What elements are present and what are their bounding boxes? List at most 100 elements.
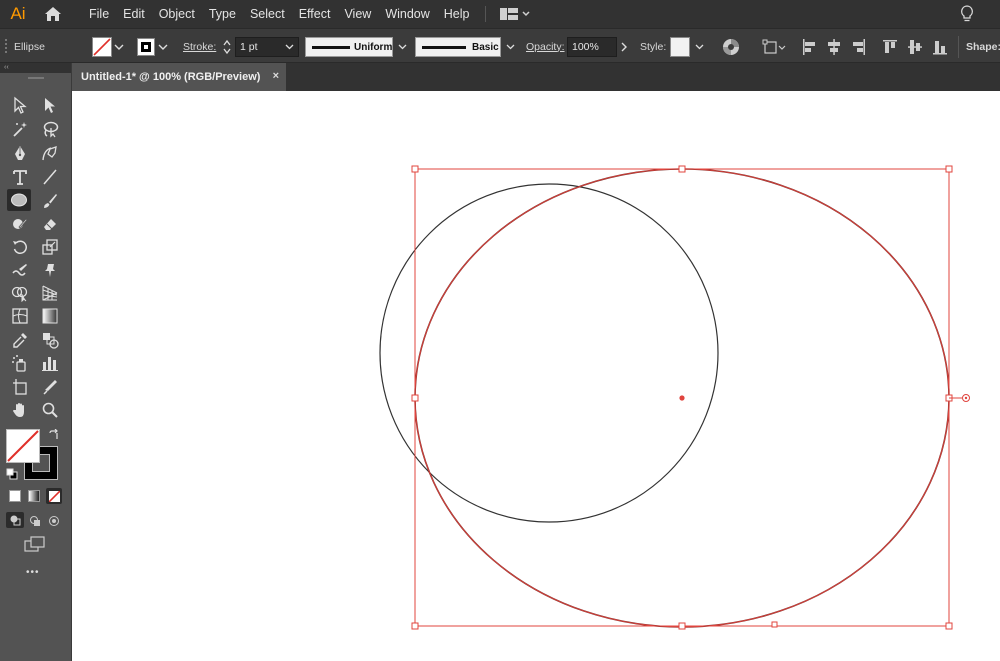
align-horizontal-center-icon[interactable] (826, 29, 842, 64)
align-bottom-icon[interactable] (932, 29, 948, 64)
eyedropper-icon[interactable] (8, 329, 32, 351)
slice-icon[interactable] (38, 376, 62, 398)
tools-panel-collapse[interactable]: ‹‹ (0, 63, 71, 73)
align-right-icon[interactable] (850, 29, 866, 64)
stroke-dropdown[interactable] (158, 29, 168, 64)
gradient-icon[interactable] (38, 305, 62, 327)
handle-top-left (411, 165, 419, 173)
workspace-switcher-icon[interactable] (494, 8, 536, 20)
profile-label: Uniform (354, 41, 393, 53)
document-tab[interactable]: Untitled-1* @ 100% (RGB/Preview) × (72, 63, 286, 91)
opacity-field[interactable]: 100% (567, 36, 617, 57)
brush-dropdown[interactable] (503, 29, 517, 64)
menu-select[interactable]: Select (243, 0, 292, 28)
document-tab-title: Untitled-1* @ 100% (RGB/Preview) (81, 71, 261, 83)
line-tool-icon[interactable] (38, 166, 62, 188)
menu-effect[interactable]: Effect (292, 0, 338, 28)
direct-selection-tool-icon[interactable] (38, 94, 62, 116)
align-vertical-center-icon[interactable] (907, 29, 923, 64)
ellipse-tool-icon[interactable] (7, 189, 31, 211)
gradient-mode-button[interactable] (28, 490, 40, 502)
stroke-label[interactable]: Stroke: (183, 29, 216, 64)
pen-tool-icon[interactable] (8, 142, 32, 164)
opacity-expand-icon[interactable] (619, 29, 629, 64)
align-left-icon[interactable] (802, 29, 818, 64)
handle-bottom-center (678, 622, 686, 630)
variable-width-profile[interactable]: Uniform (305, 36, 393, 57)
column-graph-icon[interactable] (38, 352, 62, 374)
menu-bar: Ai File Edit Object Type Select Effect V… (0, 0, 1000, 28)
fill-swatch[interactable] (92, 29, 112, 64)
fill-color-box[interactable] (6, 429, 40, 463)
stroke-weight-stepper[interactable] (222, 29, 232, 64)
artwork (379, 165, 970, 630)
pie-widget-handle (771, 621, 778, 628)
brush-definition[interactable]: Basic (415, 36, 501, 57)
home-icon[interactable] (40, 0, 66, 28)
menu-window[interactable]: Window (378, 0, 436, 28)
graphic-style-swatch[interactable] (670, 29, 690, 64)
artboard-canvas[interactable] (72, 91, 1000, 661)
menu-help[interactable]: Help (437, 0, 477, 28)
app-logo: Ai (10, 4, 26, 23)
align-to-icon[interactable] (762, 29, 786, 64)
draw-inside-icon[interactable] (48, 514, 60, 532)
opacity-value: 100% (572, 40, 599, 53)
screen-mode-icon[interactable] (24, 536, 46, 559)
menu-divider (484, 6, 486, 22)
stroke-weight-field[interactable]: 1 pt (235, 36, 299, 57)
control-grip (4, 29, 8, 64)
pie-widget-dot (964, 396, 968, 400)
none-mode-button[interactable] (46, 488, 62, 504)
lightbulb-icon[interactable] (960, 5, 974, 26)
shape-builder-icon[interactable] (8, 282, 32, 304)
draw-behind-icon[interactable] (29, 514, 41, 532)
puppet-warp-icon[interactable] (38, 259, 62, 281)
artboard-icon[interactable] (8, 376, 32, 398)
handle-top-center (678, 165, 686, 173)
edit-toolbar-button[interactable]: ••• (26, 567, 40, 578)
profile-dropdown[interactable] (395, 29, 409, 64)
style-dropdown[interactable] (692, 29, 706, 64)
menu-view[interactable]: View (337, 0, 378, 28)
curvature-tool-icon[interactable] (38, 142, 62, 164)
color-mode-button[interactable] (9, 490, 21, 502)
type-tool-icon[interactable] (8, 166, 32, 188)
stroke-swatch[interactable] (137, 29, 155, 64)
scale-icon[interactable] (38, 236, 62, 258)
symbol-sprayer-icon[interactable] (8, 352, 32, 374)
control-divider (958, 29, 961, 64)
align-top-icon[interactable] (882, 29, 898, 64)
selected-tool-name: Ellipse (14, 40, 45, 53)
draw-normal-icon[interactable] (6, 512, 24, 528)
opacity-label[interactable]: Opacity: (526, 29, 565, 64)
shaper-tool-icon[interactable] (8, 213, 32, 235)
menu-object[interactable]: Object (152, 0, 202, 28)
perspective-grid-icon[interactable] (38, 282, 62, 304)
shape-label[interactable]: Shape: (966, 29, 1000, 64)
fill-dropdown[interactable] (114, 29, 124, 64)
zoom-icon[interactable] (38, 399, 62, 421)
rotate-icon[interactable] (8, 236, 32, 258)
warp-icon[interactable] (8, 259, 32, 281)
swap-fill-stroke-icon[interactable] (48, 428, 60, 446)
recolor-artwork-icon[interactable] (722, 29, 740, 64)
magic-wand-icon[interactable] (8, 118, 32, 140)
hand-icon[interactable] (8, 399, 32, 421)
menu-file[interactable]: File (82, 0, 116, 28)
mesh-icon[interactable] (8, 305, 32, 327)
paintbrush-icon[interactable] (38, 190, 62, 212)
menu-type[interactable]: Type (202, 0, 243, 28)
handle-middle-left (411, 394, 419, 402)
tools-panel-grip (28, 77, 44, 79)
default-fill-stroke-icon[interactable] (6, 467, 18, 485)
lasso-icon[interactable] (38, 118, 62, 140)
handle-bottom-right (945, 622, 953, 630)
eraser-icon[interactable] (38, 213, 62, 235)
close-tab-icon[interactable]: × (273, 70, 279, 82)
circle-shape[interactable] (379, 183, 719, 523)
menu-edit[interactable]: Edit (116, 0, 152, 28)
blend-icon[interactable] (38, 329, 62, 351)
tools-panel: ‹‹ ••• (0, 63, 72, 661)
selection-tool-icon[interactable] (8, 94, 32, 116)
